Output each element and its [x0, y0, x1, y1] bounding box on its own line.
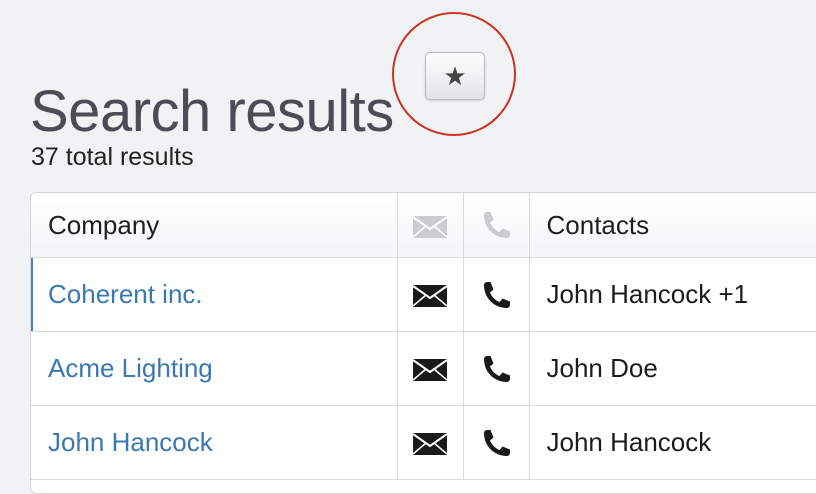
mail-icon[interactable]	[413, 285, 447, 308]
email-cell[interactable]	[397, 405, 464, 480]
company-link[interactable]: Coherent inc.	[48, 279, 203, 309]
contacts-cell: John Hancock +1	[529, 257, 816, 332]
company-cell: Coherent inc.	[31, 257, 398, 332]
mail-icon	[413, 215, 447, 238]
column-header-contacts[interactable]: Contacts	[529, 193, 816, 258]
contacts-cell: John Hancock	[529, 405, 816, 480]
favorite-star-button[interactable]: ★	[425, 52, 485, 100]
phone-icon	[481, 211, 511, 241]
column-header-email[interactable]	[397, 193, 464, 258]
company-cell: Acme Lighting	[31, 331, 398, 406]
column-header-company[interactable]: Company	[31, 193, 398, 258]
company-link[interactable]: Acme Lighting	[48, 353, 213, 383]
company-link[interactable]: John Hancock	[48, 427, 213, 457]
email-cell[interactable]	[397, 331, 464, 406]
mail-icon[interactable]	[413, 433, 447, 456]
result-count: 37 total results	[31, 143, 194, 171]
email-cell[interactable]	[397, 257, 464, 332]
contacts-cell: John Doe	[529, 331, 816, 406]
phone-icon[interactable]	[481, 355, 511, 385]
table-header-row: Company Contacts	[31, 193, 816, 258]
table-row[interactable]: Acme Lighting John Doe	[31, 331, 816, 406]
mail-icon[interactable]	[413, 359, 447, 382]
table-row[interactable]: Coherent inc. John Hancock +1	[31, 257, 816, 332]
phone-icon[interactable]	[481, 429, 511, 459]
phone-cell[interactable]	[463, 331, 530, 406]
phone-cell[interactable]	[463, 257, 530, 332]
star-icon: ★	[443, 60, 467, 91]
phone-cell[interactable]	[463, 405, 530, 480]
phone-icon[interactable]	[481, 281, 511, 311]
results-table: Company Contacts Coherent inc. John Hanc…	[30, 192, 816, 494]
page-title: Search results	[30, 78, 394, 144]
company-cell: John Hancock	[31, 405, 398, 480]
column-header-phone[interactable]	[463, 193, 530, 258]
table-row[interactable]: John Hancock John Hancock	[31, 405, 816, 480]
